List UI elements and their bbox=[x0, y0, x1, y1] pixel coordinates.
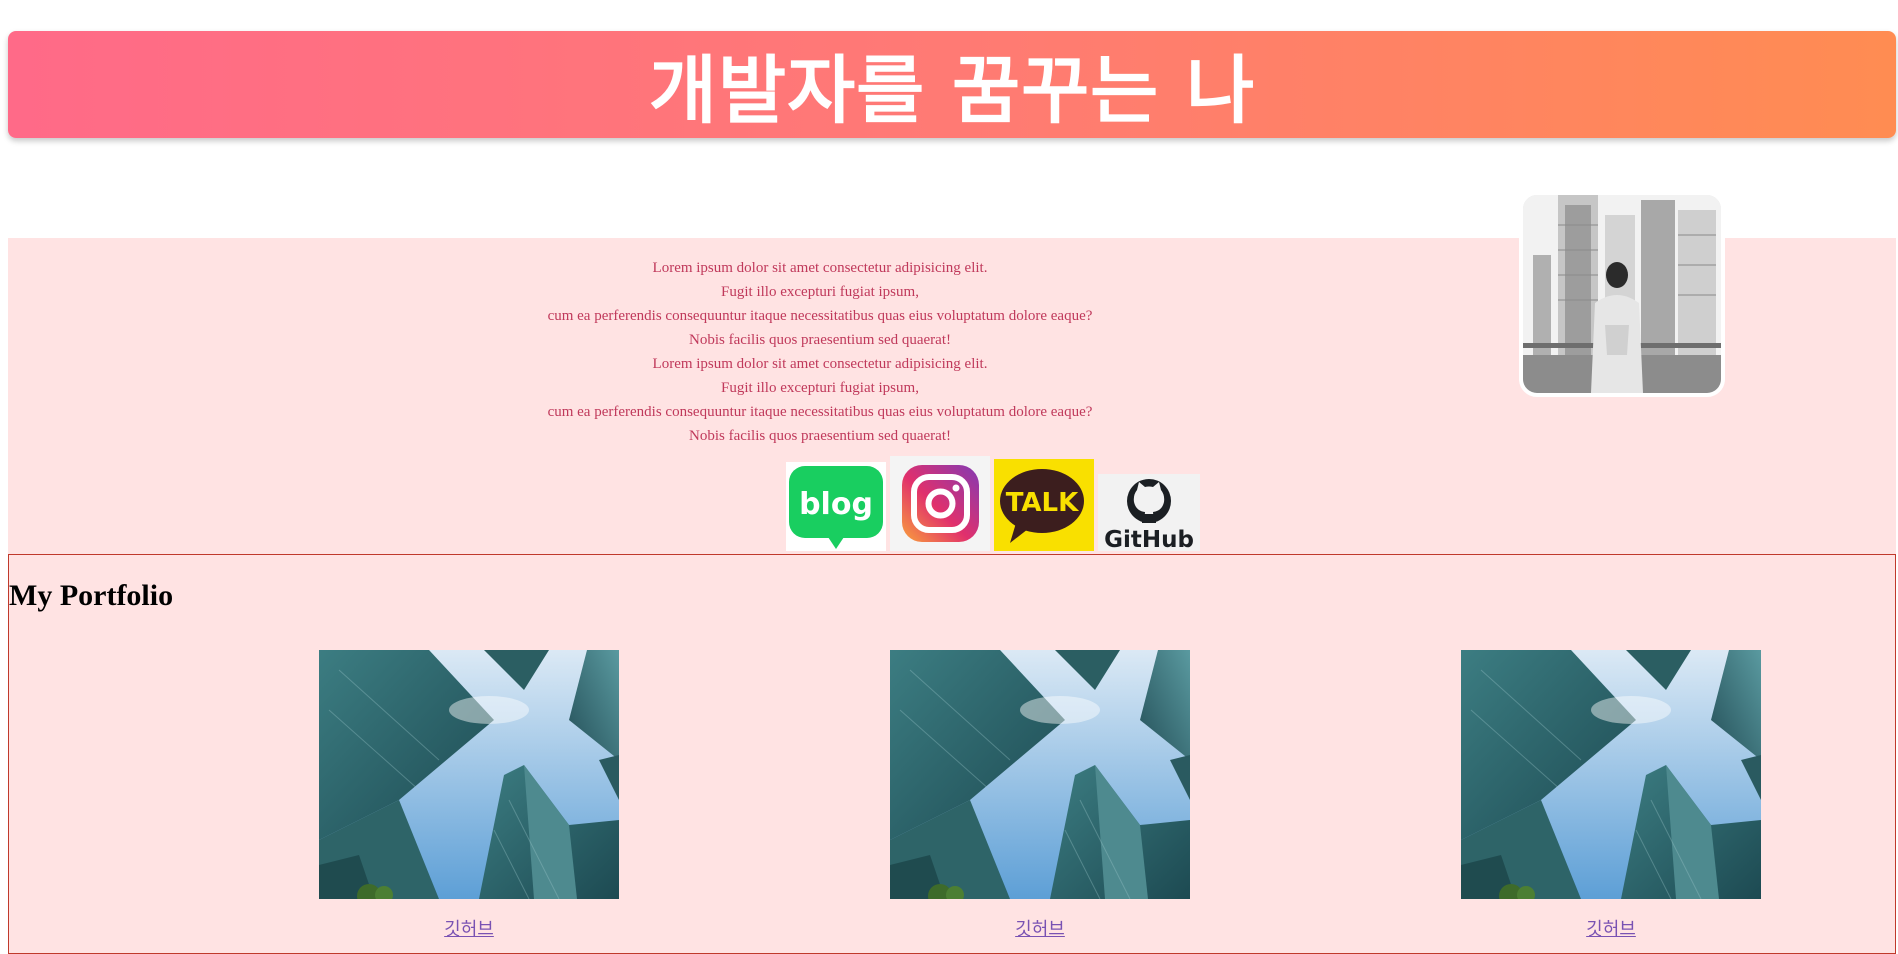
kakaotalk-link[interactable]: TALK bbox=[994, 459, 1094, 551]
portfolio-title: My Portfolio bbox=[9, 579, 174, 612]
bio-text: Lorem ipsum dolor sit amet consectetur a… bbox=[320, 256, 1320, 448]
svg-text:TALK: TALK bbox=[1006, 488, 1079, 518]
bio-line: Nobis facilis quos praesentium sed quaer… bbox=[688, 332, 951, 348]
bio-line: Fugit illo excepturi fugiat ipsum, bbox=[721, 380, 919, 396]
social-links: blog TALK GitHub bbox=[786, 456, 1202, 551]
portfolio-card: 깃허브 bbox=[1461, 650, 1761, 941]
portfolio-thumbnail[interactable] bbox=[319, 650, 619, 899]
instagram-link[interactable] bbox=[890, 456, 990, 551]
svg-text:blog: blog bbox=[799, 487, 873, 522]
bio-line: Fugit illo excepturi fugiat ipsum, bbox=[721, 284, 919, 300]
bio-line: Lorem ipsum dolor sit amet consectetur a… bbox=[652, 356, 988, 372]
kakaotalk-icon: TALK bbox=[994, 459, 1094, 551]
bio-line: cum ea perferendis consequuntur itaque n… bbox=[547, 308, 1093, 324]
svg-text:GitHub: GitHub bbox=[1104, 527, 1194, 551]
github-link[interactable]: 깃허브 bbox=[1586, 915, 1636, 941]
site-header: 개발자를 꿈꾸는 나 bbox=[8, 31, 1896, 138]
portfolio-card: 깃허브 bbox=[890, 650, 1190, 941]
portfolio-thumbnail[interactable] bbox=[1461, 650, 1761, 899]
portfolio-card: 깃허브 bbox=[319, 650, 619, 941]
github-link[interactable]: 깃허브 bbox=[444, 915, 494, 941]
github-link[interactable]: 깃허브 bbox=[1015, 915, 1065, 941]
naver-blog-icon: blog bbox=[786, 462, 886, 551]
blog-link[interactable]: blog bbox=[786, 462, 886, 551]
profile-photo bbox=[1519, 191, 1725, 397]
portfolio-section: My Portfolio 깃허브 깃허브 깃허브 bbox=[8, 554, 1896, 954]
page-title: 개발자를 꿈꾸는 나 bbox=[648, 48, 1256, 134]
github-link[interactable]: GitHub bbox=[1098, 474, 1200, 551]
bio-line: Lorem ipsum dolor sit amet consectetur a… bbox=[652, 260, 988, 276]
instagram-icon bbox=[890, 456, 990, 551]
bio-line: Nobis facilis quos praesentium sed quaer… bbox=[688, 428, 951, 444]
portfolio-thumbnail[interactable] bbox=[890, 650, 1190, 899]
github-icon: GitHub bbox=[1098, 474, 1200, 551]
bio-line: cum ea perferendis consequuntur itaque n… bbox=[547, 404, 1093, 420]
